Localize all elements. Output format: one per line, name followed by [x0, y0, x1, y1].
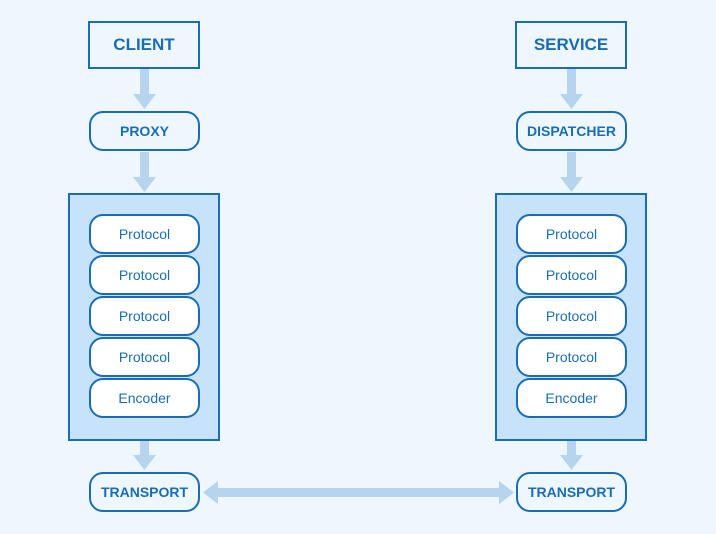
service-layer-protocol-4: Protocol: [516, 337, 627, 377]
service-box: SERVICE: [515, 21, 627, 69]
arrow-client-to-proxy: [133, 69, 156, 109]
client-box: CLIENT: [88, 21, 200, 69]
client-layer-protocol-2: Protocol: [89, 255, 200, 295]
arrow-transport-bidirectional: [203, 481, 514, 504]
client-layer-protocol-1: Protocol: [89, 214, 200, 254]
arrow-proxy-to-stack: [133, 152, 156, 192]
service-transport-node: TRANSPORT: [516, 472, 627, 512]
service-protocol-stack: Protocol Protocol Protocol Protocol Enco…: [495, 193, 647, 441]
service-layer-encoder: Encoder: [516, 378, 627, 418]
service-layer-protocol-3: Protocol: [516, 296, 627, 336]
architecture-diagram: CLIENT PROXY Protocol Protocol Protocol …: [0, 0, 716, 534]
client-layer-protocol-4: Protocol: [89, 337, 200, 377]
dispatcher-node: DISPATCHER: [516, 111, 627, 151]
service-layer-protocol-2: Protocol: [516, 255, 627, 295]
proxy-node: PROXY: [89, 111, 200, 151]
client-layer-protocol-3: Protocol: [89, 296, 200, 336]
service-layer-protocol-1: Protocol: [516, 214, 627, 254]
arrow-service-to-dispatcher: [560, 69, 583, 109]
client-protocol-stack: Protocol Protocol Protocol Protocol Enco…: [68, 193, 220, 441]
client-transport-node: TRANSPORT: [89, 472, 200, 512]
client-layer-encoder: Encoder: [89, 378, 200, 418]
arrow-dispatcher-to-stack: [560, 152, 583, 192]
